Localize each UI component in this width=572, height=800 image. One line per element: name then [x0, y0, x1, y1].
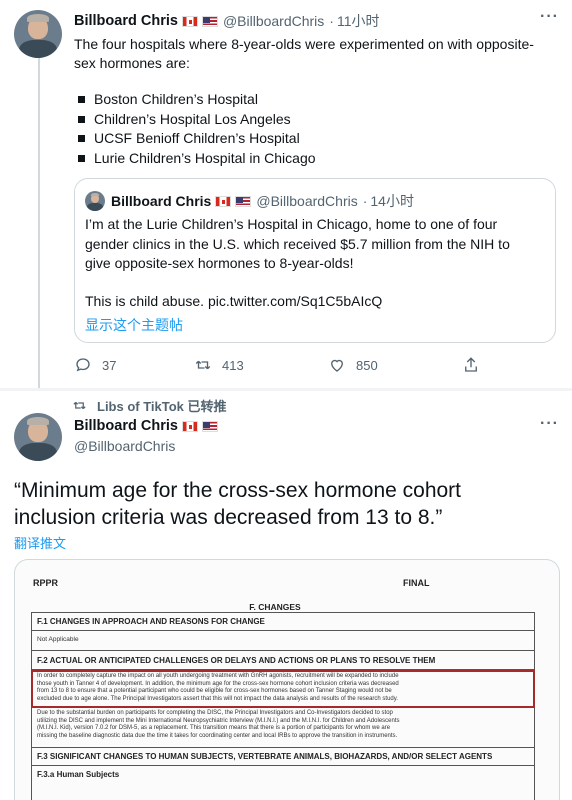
doc-f2-title: F.2 ACTUAL OR ANTICIPATED CHALLENGES OR …	[37, 656, 436, 665]
retweet-context[interactable]: Libs of TikTok 已转推	[72, 396, 227, 415]
author-name[interactable]: Billboard Chris	[74, 13, 178, 29]
bullet-square-icon	[78, 154, 85, 162]
canada-flag-icon	[181, 420, 198, 432]
us-flag-icon	[235, 195, 252, 207]
doc-divider	[32, 630, 534, 631]
like-count: 850	[356, 357, 378, 373]
thread-line	[38, 58, 40, 388]
list-item: Lurie Children’s Hospital in Chicago	[78, 149, 316, 169]
author-name[interactable]: Billboard Chris	[74, 418, 178, 434]
avatar[interactable]	[14, 10, 62, 58]
tweet-text: “Minimum age for the cross-sex hormone c…	[14, 479, 461, 529]
us-flag-icon	[201, 15, 218, 27]
translate-tweet-link[interactable]: 翻译推文	[14, 533, 66, 552]
share-button[interactable]	[462, 356, 490, 374]
bullet-square-icon	[78, 135, 85, 143]
reply-button[interactable]: 37	[74, 356, 116, 374]
doc-divider	[32, 747, 534, 748]
author-handle[interactable]: @BillboardChris	[223, 13, 324, 29]
heart-icon	[331, 359, 343, 372]
doc-header-left: RPPR	[33, 578, 59, 588]
quoted-tweet-text: I’m at the Lurie Children’s Hospital in …	[85, 216, 510, 271]
highlight-box	[31, 670, 535, 708]
more-options-icon[interactable]: ···	[540, 8, 559, 26]
quoted-author-handle: @BillboardChris	[256, 193, 358, 209]
quoted-timestamp: 14小时	[370, 193, 414, 209]
attached-document-image[interactable]: RPPR FINAL F. CHANGES F.1 CHANGES IN APP…	[14, 559, 560, 800]
reply-count: 37	[102, 357, 117, 373]
timestamp[interactable]: 11小时	[337, 11, 380, 31]
tweet-text-line: The four hospitals where 8-year-olds wer…	[74, 36, 534, 52]
separator-dot: ·	[329, 13, 334, 29]
tweet-actions: 37 413 850	[74, 356, 484, 378]
quoted-tweet-link-text: This is child abuse. pic.twitter.com/Sq1…	[85, 293, 383, 309]
avatar[interactable]	[14, 413, 62, 461]
canada-flag-icon	[215, 195, 232, 207]
doc-section-title: F. CHANGES	[249, 602, 301, 612]
tweet-header: Billboard Chris	[74, 418, 218, 434]
doc-f2-paragraph-2: Due to the substantial burden on partici…	[37, 710, 400, 739]
doc-header-right: FINAL	[403, 578, 430, 588]
doc-divider	[32, 650, 534, 651]
tweet-text-line: sex hormones are:	[74, 55, 190, 71]
tweet-text: The four hospitals where 8-year-olds wer…	[74, 35, 534, 73]
doc-divider	[32, 765, 534, 766]
retweet-icon	[73, 401, 86, 410]
list-item: Boston Children’s Hospital	[78, 90, 316, 110]
bullet-square-icon	[78, 96, 85, 104]
share-icon	[465, 357, 477, 372]
tweet-header: Billboard Chris @BillboardChris · 11小时	[74, 11, 380, 31]
like-button[interactable]: 850	[328, 356, 378, 374]
show-thread-link[interactable]: 显示这个主题帖	[85, 315, 183, 335]
retweet-icon	[195, 360, 211, 370]
reply-icon	[76, 358, 90, 372]
list-item: UCSF Benioff Children’s Hospital	[78, 129, 316, 149]
quoted-tweet-header: Billboard Chris @BillboardChris · 14小时	[85, 191, 414, 211]
doc-f1-title: F.1 CHANGES IN APPROACH AND REASONS FOR …	[37, 617, 265, 626]
retweet-button[interactable]: 413	[194, 356, 244, 374]
retweeted-by-label: Libs of TikTok 已转推	[97, 399, 227, 414]
separator-dot: ·	[362, 193, 368, 209]
doc-f3-title: F.3 SIGNIFICANT CHANGES TO HUMAN SUBJECT…	[37, 752, 493, 761]
more-options-icon[interactable]: ···	[540, 415, 559, 433]
quoted-avatar	[85, 191, 105, 211]
list-item: Children’s Hospital Los Angeles	[78, 110, 316, 130]
author-handle[interactable]: @BillboardChris	[74, 438, 175, 454]
tweet-retweeted: Libs of TikTok 已转推 Billboard Chris @Bill…	[0, 391, 572, 800]
doc-f3a-title: F.3.a Human Subjects	[37, 770, 120, 779]
bullet-square-icon	[78, 115, 85, 123]
doc-f1-body: Not Applicable	[37, 636, 79, 643]
retweet-count: 413	[222, 357, 244, 373]
canada-flag-icon	[181, 15, 198, 27]
hospital-list: Boston Children’s Hospital Children’s Ho…	[78, 90, 316, 168]
us-flag-icon	[201, 420, 218, 432]
quoted-tweet[interactable]: Billboard Chris @BillboardChris · 14小时 I…	[74, 178, 556, 343]
tweet-main: Billboard Chris @BillboardChris · 11小时 ·…	[0, 0, 572, 388]
quoted-author-name: Billboard Chris	[111, 193, 212, 209]
